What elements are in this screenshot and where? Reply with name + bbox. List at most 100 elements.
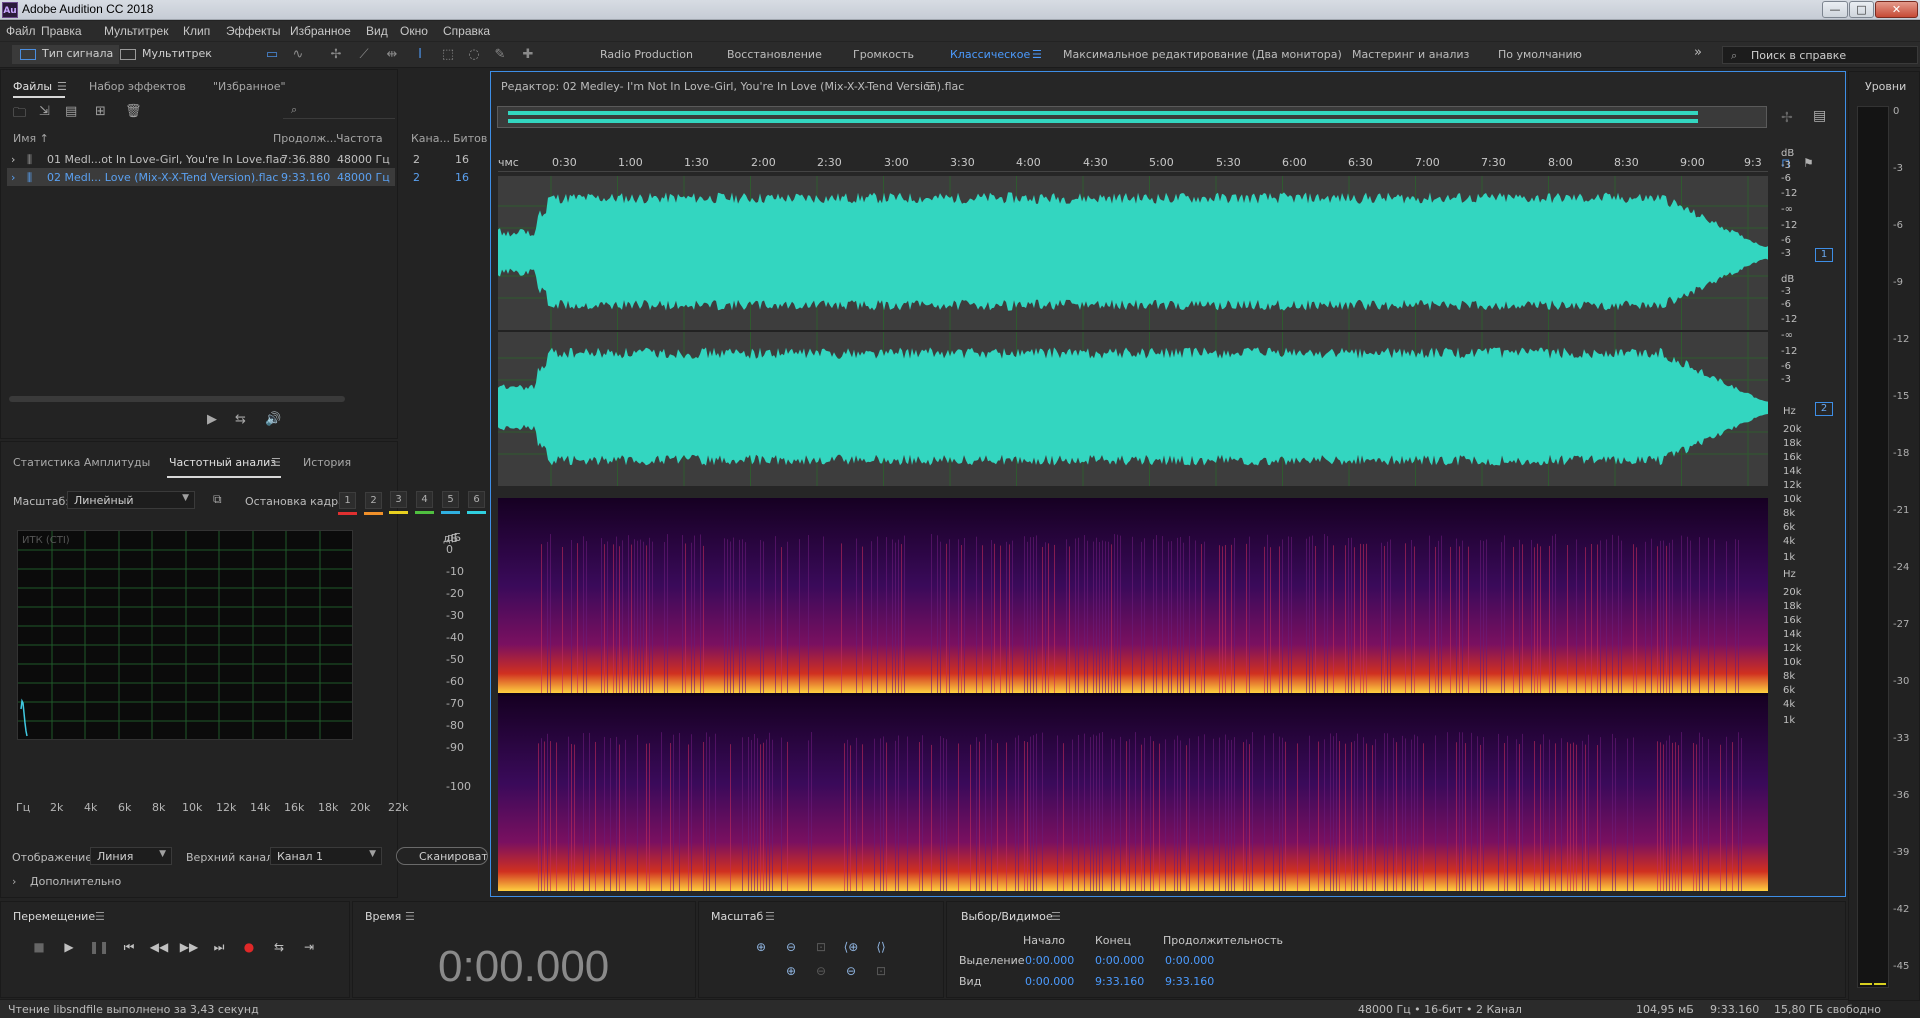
menu-file[interactable]: Файл [6,24,36,38]
menu-effects[interactable]: Эффекты [226,24,281,38]
open-file-icon[interactable]: 🗀 [13,104,26,126]
razor-tool-icon[interactable]: ⟋ [356,47,372,63]
marker-icon[interactable]: ⚑ [1803,156,1814,170]
file-row-selected[interactable]: › ⫼ 02 Medl... Love (Mix-X-X-Tend Versio… [7,168,395,186]
tab-amplitude-statistics[interactable]: Статистика Амплитуды [13,456,150,469]
spectrum-display-icon[interactable]: ▭ [264,47,280,63]
selection-end[interactable]: 0:00.000 [1095,954,1144,967]
column-bits[interactable]: Битов [453,132,487,145]
zoom-out-frequency-icon[interactable]: ⊖ [809,962,833,980]
workspace-restoration[interactable]: Восстановление [727,48,822,61]
zoom-in-frequency-icon[interactable]: ⊕ [779,962,803,980]
freeze-button-1[interactable]: 1 [339,492,356,509]
tab-favorites[interactable]: "Избранное" [213,80,286,93]
tab-frequency-analysis[interactable]: Частотный анализ [169,456,276,469]
freeze-button-4[interactable]: 4 [416,491,433,508]
workspace-classic[interactable]: Классическое [950,48,1030,61]
pause-button[interactable]: ❚❚ [89,938,109,956]
rewind-button[interactable]: ◀◀ [149,938,169,956]
scale-select[interactable]: Линейный ▼ [67,491,195,509]
selection-duration[interactable]: 0:00.000 [1165,954,1214,967]
workspace-max-editing[interactable]: Максимальное редактирование (Два монитор… [1063,48,1342,61]
waveform-overview[interactable] [497,106,1767,128]
files-search-input[interactable]: ⌕ [283,103,395,119]
menu-multitrack[interactable]: Мультитрек [104,24,168,38]
go-to-start-button[interactable]: ⏮ [119,938,139,956]
display-select[interactable]: Линия ▼ [90,847,172,865]
frequency-panel-menu-icon[interactable]: ☰ [271,456,281,469]
advanced-toggle[interactable]: Дополнительно [30,875,121,888]
zoom-out-time-icon[interactable]: ⊖ [839,962,863,980]
brush-tool-icon[interactable]: ✎ [492,47,508,63]
more-workspaces-icon[interactable]: » [1694,45,1702,60]
selection-start[interactable]: 0:00.000 [1025,954,1074,967]
loop-button[interactable]: ⇆ [269,938,289,956]
import-file-icon[interactable]: ⇲ [39,104,50,119]
expand-chevron-icon[interactable]: › [11,171,15,184]
menu-edit[interactable]: Правка [41,24,82,38]
frequency-graph[interactable]: ИТК (СТІ) [17,530,353,740]
fast-forward-button[interactable]: ▶▶ [179,938,199,956]
view-start[interactable]: 0:00.000 [1025,975,1074,988]
view-duration[interactable]: 9:33.160 [1165,975,1214,988]
minimize-button[interactable]: — [1822,1,1848,18]
new-file-icon[interactable]: ▤ [65,104,77,119]
multitrack-mode-button[interactable]: Мультитрек [112,45,218,64]
insert-into-multitrack-icon[interactable]: ⊞ [95,104,106,119]
marquee-tool-icon[interactable]: ⬚ [440,47,456,63]
tab-history[interactable]: История [303,456,351,469]
expand-chevron-icon[interactable]: › [11,153,15,166]
stop-button[interactable]: ■ [29,938,49,956]
top-channel-select[interactable]: Канал 1 ▼ [270,847,382,865]
zoom-in-amplitude-icon[interactable]: ⊕ [749,938,773,956]
channel-toggle-icon[interactable]: ▤ [1813,108,1826,124]
zoom-in-time-icon[interactable]: ⟨⊕ [839,938,863,956]
lasso-tool-icon[interactable]: ◌ [466,47,482,63]
channel-2-badge[interactable]: 2 [1815,402,1833,416]
freeze-button-5[interactable]: 5 [442,491,459,508]
selection-menu-icon[interactable]: ☰ [1051,910,1061,923]
frame-settings-icon[interactable]: ⧉ [213,492,222,507]
maximize-button[interactable]: □ [1849,1,1874,18]
play-button[interactable]: ▶ [59,938,79,956]
menu-window[interactable]: Окно [400,24,428,38]
freeze-button-6[interactable]: 6 [468,491,485,508]
channel-1-badge[interactable]: 1 [1815,248,1833,262]
menu-help[interactable]: Справка [443,24,490,38]
tab-effects-rack[interactable]: Набор эффектов [89,80,186,93]
expand-chevron-icon[interactable]: › [12,875,16,888]
spectral-pitch-icon[interactable]: ∿ [290,47,306,63]
zoom-out-full-icon[interactable]: ⟨⟩ [869,938,893,956]
freeze-button-3[interactable]: 3 [390,491,407,508]
menu-clip[interactable]: Клип [183,24,210,38]
spot-healing-tool-icon[interactable]: ✚ [520,47,536,63]
column-channels[interactable]: Кана... [411,132,450,145]
reset-zoom-icon[interactable]: ⊡ [869,962,893,980]
record-button[interactable]: ● [239,938,259,956]
workspace-default[interactable]: По умолчанию [1498,48,1582,61]
waveform-mode-button[interactable]: Тип сигнала [12,45,119,64]
time-menu-icon[interactable]: ☰ [405,910,415,923]
workspace-loudness[interactable]: Громкость [853,48,914,61]
freeze-button-2[interactable]: 2 [365,492,382,509]
slip-tool-icon[interactable]: ⇹ [384,47,400,63]
help-search-input[interactable]: ⌕ Поиск в справке [1722,46,1918,64]
menu-favorites[interactable]: Избранное [290,24,351,38]
zoom-selection-icon[interactable]: ⊡ [809,938,833,956]
skip-selection-button[interactable]: ⇥ [299,938,319,956]
workspace-mastering[interactable]: Мастеринг и анализ [1352,48,1469,61]
scan-button[interactable]: Сканировать [396,847,488,865]
files-panel-menu-icon[interactable]: ☰ [57,80,67,93]
column-duration[interactable]: Продолж... [273,132,337,145]
waveform-display[interactable] [498,176,1768,486]
tab-files[interactable]: Файлы [13,80,52,93]
preview-play-icon[interactable]: ▶ [207,412,217,427]
preview-loop-icon[interactable]: ⇆ [235,412,246,427]
files-horizontal-scrollbar[interactable] [9,396,345,402]
transport-menu-icon[interactable]: ☰ [95,910,105,923]
zoom-menu-icon[interactable]: ☰ [765,910,775,923]
column-rate[interactable]: Частота [336,132,383,145]
auto-play-icon[interactable]: 🔊 [265,412,281,427]
file-row[interactable]: › ⫼ 01 Medl...ot In Love-Girl, You're In… [7,150,395,168]
delete-file-icon[interactable]: 🗑 [125,104,142,119]
